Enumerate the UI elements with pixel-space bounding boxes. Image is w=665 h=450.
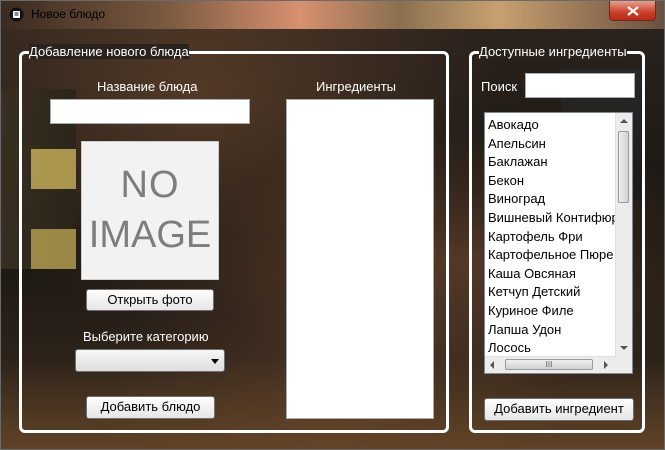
list-item[interactable]: Каша Овсяная xyxy=(488,265,616,284)
list-item[interactable]: Авокадо xyxy=(488,116,616,135)
horizontal-scrollbar[interactable]: III xyxy=(485,356,616,373)
add-dish-button[interactable]: Добавить блюдо xyxy=(86,396,215,419)
search-input[interactable] xyxy=(525,73,635,98)
ingredients-label: Ингредиенты xyxy=(316,79,396,94)
close-icon xyxy=(627,6,639,16)
scroll-grip-icon: III xyxy=(545,360,553,369)
open-photo-button[interactable]: Открыть фото xyxy=(86,289,214,311)
list-item[interactable]: Кетчуп Детский xyxy=(488,283,616,302)
dish-image-placeholder: NO IMAGE xyxy=(81,141,219,280)
list-item[interactable]: Куриное Филе xyxy=(488,302,616,321)
dish-name-input[interactable] xyxy=(50,99,250,124)
title-bar[interactable]: Новое блюдо xyxy=(1,1,664,29)
list-item[interactable]: Картофель Фри xyxy=(488,228,616,247)
chevron-down-icon xyxy=(211,359,219,364)
list-item[interactable]: Лосось xyxy=(488,339,616,358)
window-title: Новое блюдо xyxy=(31,7,106,21)
no-image-text: NO xyxy=(120,164,180,206)
add-dish-group-legend: Добавление нового блюда xyxy=(29,44,189,59)
dish-name-label: Название блюда xyxy=(97,79,198,94)
add-ingredient-button[interactable]: Добавить ингредиент xyxy=(484,398,634,421)
no-image-text: IMAGE xyxy=(88,214,212,256)
app-icon xyxy=(9,7,24,22)
scroll-right-arrow-icon[interactable] xyxy=(604,361,608,369)
vertical-scrollbar[interactable] xyxy=(615,113,632,358)
list-item[interactable]: Лапша Удон xyxy=(488,321,616,340)
new-dish-window: Новое блюдо Добавление нового блюда Назв… xyxy=(0,0,665,450)
list-item[interactable]: Бекон xyxy=(488,172,616,191)
available-ingredients-list[interactable]: Авокадо Апельсин Баклажан Бекон Виноград Вишн… xyxy=(484,112,633,374)
list-item[interactable]: Баклажан xyxy=(488,153,616,172)
vertical-scroll-thumb[interactable] xyxy=(618,131,629,203)
ingredient-items: Авокадо Апельсин Баклажан Бекон Виноград Вишн… xyxy=(488,116,616,358)
scroll-down-arrow-icon[interactable] xyxy=(620,346,628,350)
horizontal-scroll-thumb[interactable]: III xyxy=(505,359,593,370)
scroll-left-arrow-icon[interactable] xyxy=(490,361,494,369)
list-item[interactable]: Вишневый Контифюр xyxy=(488,209,616,228)
available-ingredients-legend: Доступные ингредиенты xyxy=(479,44,627,59)
scroll-corner xyxy=(616,357,632,373)
dish-ingredients-list[interactable] xyxy=(286,99,434,419)
close-button[interactable] xyxy=(609,1,656,21)
list-item[interactable]: Апельсин xyxy=(488,135,616,154)
search-label: Поиск xyxy=(481,79,518,94)
category-label: Выберите категорию xyxy=(83,329,209,344)
list-item[interactable]: Виноград xyxy=(488,190,616,209)
category-select[interactable] xyxy=(75,349,225,372)
scroll-up-arrow-icon[interactable] xyxy=(620,119,628,123)
list-item[interactable]: Картофельное Пюре xyxy=(488,246,616,265)
